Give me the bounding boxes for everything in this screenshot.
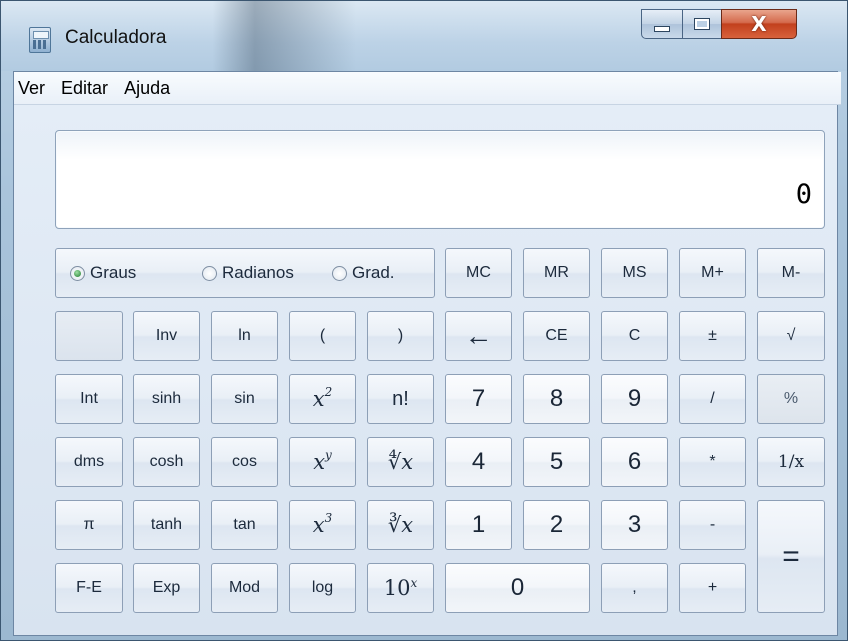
- radio-radianos-label: Radianos: [222, 263, 294, 282]
- close-button[interactable]: X: [721, 9, 797, 39]
- log-button[interactable]: log: [289, 563, 356, 613]
- maximize-icon: [694, 18, 710, 30]
- m-minus-button[interactable]: M-: [757, 248, 825, 298]
- radio-graus[interactable]: Graus: [70, 263, 136, 283]
- close-icon: X: [751, 12, 767, 36]
- calculator-body: 0 Graus Radianos Grad. MC MR MS M+ M- In…: [14, 105, 837, 635]
- sinh-button[interactable]: sinh: [133, 374, 200, 424]
- square-button[interactable]: x2: [289, 374, 356, 424]
- subtract-button[interactable]: -: [679, 500, 746, 550]
- calculator-window: Calculadora X Ver Editar Ajuda 0 Graus R…: [0, 0, 848, 641]
- digit-8-button[interactable]: 8: [523, 374, 590, 424]
- digit-3-button[interactable]: 3: [601, 500, 668, 550]
- blank-button: [55, 311, 123, 361]
- dms-button[interactable]: dms: [55, 437, 123, 487]
- negate-button[interactable]: ±: [679, 311, 746, 361]
- digit-5-button[interactable]: 5: [523, 437, 590, 487]
- sin-button[interactable]: sin: [211, 374, 278, 424]
- menu-bar: Ver Editar Ajuda: [14, 72, 841, 105]
- m-plus-button[interactable]: M+: [679, 248, 746, 298]
- inv-button[interactable]: Inv: [133, 311, 200, 361]
- fe-button[interactable]: F-E: [55, 563, 123, 613]
- digit-9-button[interactable]: 9: [601, 374, 668, 424]
- ms-button[interactable]: MS: [601, 248, 668, 298]
- cube-root-label: ∛x: [387, 513, 414, 537]
- square-label: x2: [312, 385, 333, 411]
- radio-unselected-icon: [202, 265, 217, 281]
- ln-button[interactable]: ln: [211, 311, 278, 361]
- calculator-icon: [29, 27, 51, 53]
- factorial-button[interactable]: n!: [367, 374, 434, 424]
- digit-1-button[interactable]: 1: [445, 500, 512, 550]
- add-button[interactable]: +: [679, 563, 746, 613]
- digit-2-button[interactable]: 2: [523, 500, 590, 550]
- maximize-button[interactable]: [682, 9, 722, 39]
- power-label: xy: [313, 448, 332, 474]
- client-area: Ver Editar Ajuda 0 Graus Radianos Grad. …: [13, 71, 841, 636]
- backspace-button[interactable]: ←: [445, 311, 512, 361]
- cube-button[interactable]: x3: [289, 500, 356, 550]
- digit-0-button[interactable]: 0: [445, 563, 590, 613]
- digit-7-button[interactable]: 7: [445, 374, 512, 424]
- yroot-label: ∜x: [387, 450, 414, 474]
- cos-button[interactable]: cos: [211, 437, 278, 487]
- mc-button[interactable]: MC: [445, 248, 512, 298]
- radio-unselected-icon: [332, 265, 347, 281]
- digit-6-button[interactable]: 6: [601, 437, 668, 487]
- radio-selected-icon: [70, 265, 85, 281]
- menu-editar[interactable]: Editar: [61, 76, 118, 101]
- ce-button[interactable]: CE: [523, 311, 590, 361]
- ten-power-label: 10x: [383, 576, 418, 600]
- pi-button[interactable]: π: [55, 500, 123, 550]
- cosh-button[interactable]: cosh: [133, 437, 200, 487]
- cube-root-button[interactable]: ∛x: [367, 500, 434, 550]
- mr-button[interactable]: MR: [523, 248, 590, 298]
- radio-graus-label: Graus: [90, 263, 137, 282]
- multiply-button[interactable]: *: [679, 437, 746, 487]
- tanh-button[interactable]: tanh: [133, 500, 200, 550]
- window-title: Calculadora: [65, 27, 167, 48]
- radio-radianos[interactable]: Radianos: [202, 263, 294, 283]
- radio-grad-label: Grad.: [352, 263, 395, 282]
- sqrt-button[interactable]: √: [757, 311, 825, 361]
- power-button[interactable]: xy: [289, 437, 356, 487]
- close-paren-button[interactable]: ): [367, 311, 434, 361]
- mod-button[interactable]: Mod: [211, 563, 278, 613]
- menu-ajuda[interactable]: Ajuda: [124, 76, 180, 101]
- reciprocal-button[interactable]: 1/x: [757, 437, 825, 487]
- angle-unit-group: Graus Radianos Grad.: [55, 248, 435, 298]
- display-value: 0: [795, 179, 812, 210]
- display: 0: [55, 130, 825, 229]
- minimize-icon: [654, 26, 670, 32]
- cube-label: x3: [312, 511, 333, 537]
- int-button[interactable]: Int: [55, 374, 123, 424]
- title-bar[interactable]: Calculadora X: [1, 1, 847, 71]
- decimal-button[interactable]: ,: [601, 563, 668, 613]
- menu-ver[interactable]: Ver: [18, 76, 55, 101]
- divide-button[interactable]: /: [679, 374, 746, 424]
- digit-4-button[interactable]: 4: [445, 437, 512, 487]
- open-paren-button[interactable]: (: [289, 311, 356, 361]
- exp-button[interactable]: Exp: [133, 563, 200, 613]
- radio-grad[interactable]: Grad.: [332, 263, 395, 283]
- reciprocal-label: 1/x: [777, 452, 805, 472]
- percent-button[interactable]: %: [757, 374, 825, 424]
- ten-power-button[interactable]: 10x: [367, 563, 434, 613]
- yroot-button[interactable]: ∜x: [367, 437, 434, 487]
- tan-button[interactable]: tan: [211, 500, 278, 550]
- minimize-button[interactable]: [641, 9, 683, 39]
- c-button[interactable]: C: [601, 311, 668, 361]
- equals-button[interactable]: =: [757, 500, 825, 613]
